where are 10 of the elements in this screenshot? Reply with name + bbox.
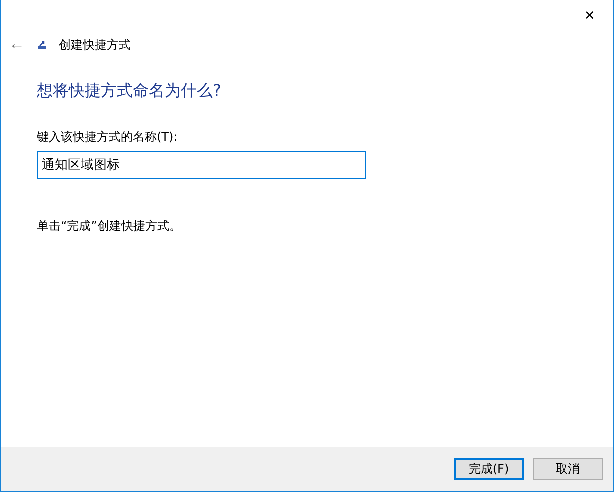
shortcut-icon: [38, 40, 47, 50]
shortcut-name-field[interactable]: 通知区域图标: [37, 151, 366, 179]
field-label: 键入该快捷方式的名称(T):: [37, 129, 179, 146]
page-heading: 想将快捷方式命名为什么?: [37, 81, 222, 102]
finish-button[interactable]: 完成(F): [454, 458, 524, 480]
cancel-button[interactable]: 取消: [533, 458, 603, 480]
wizard-title: 创建快捷方式: [59, 36, 131, 54]
instruction-text: 单击“完成”创建快捷方式。: [37, 218, 182, 235]
close-button[interactable]: ✕: [567, 0, 613, 31]
back-button[interactable]: ←: [7, 36, 27, 54]
